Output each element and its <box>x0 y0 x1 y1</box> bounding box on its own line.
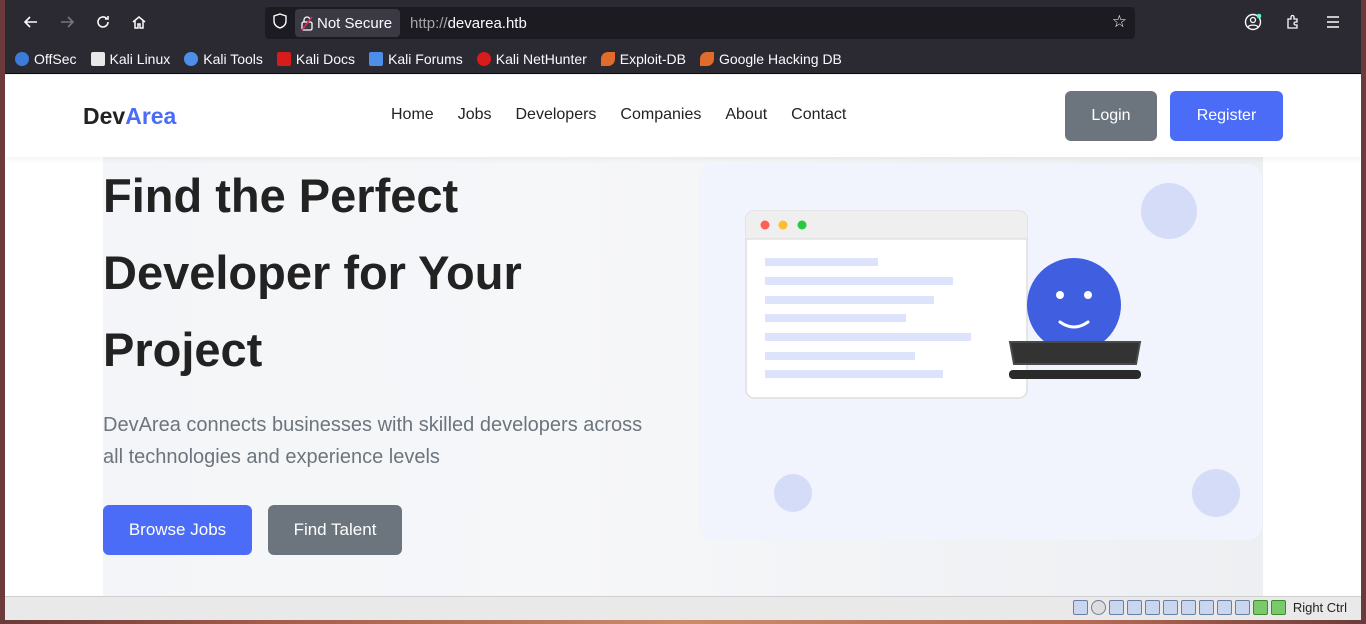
nav-developers[interactable]: Developers <box>515 106 596 124</box>
developer-illustration <box>745 183 1240 517</box>
browser-toolbar: Not Secure http://devarea.htb ☆ <box>5 0 1361 44</box>
bookmark-kali-linux[interactable]: Kali Linux <box>90 51 170 67</box>
reload-button[interactable] <box>85 4 121 40</box>
shared-folder-icon[interactable] <box>1162 600 1178 615</box>
puzzle-icon <box>1287 14 1298 29</box>
nav-companies[interactable]: Companies <box>620 106 701 124</box>
bookmark-star-icon[interactable]: ☆ <box>1112 12 1127 32</box>
developer-face <box>1027 258 1121 352</box>
kali-tools-icon <box>184 51 199 66</box>
nav-home[interactable]: Home <box>391 106 434 124</box>
bookmark-kali-forums[interactable]: Kali Forums <box>369 51 463 67</box>
hero-title: Find the Perfect Developer for Your Proj… <box>103 169 522 376</box>
recording-icon[interactable] <box>1198 600 1214 615</box>
back-arrow-icon <box>23 16 37 28</box>
kali-forums-icon <box>369 51 384 66</box>
home-button[interactable] <box>121 4 157 40</box>
hero-illustration <box>699 164 1262 540</box>
display-icon[interactable] <box>1180 600 1196 615</box>
page-viewport: DevArea Home Jobs Developers Companies A… <box>5 75 1361 596</box>
site-header: DevArea Home Jobs Developers Companies A… <box>5 75 1361 157</box>
bookmark-exploit-db[interactable]: Exploit-DB <box>600 51 686 67</box>
url-text[interactable]: http://devarea.htb <box>410 15 527 32</box>
reload-icon <box>97 16 109 28</box>
hdd-icon[interactable] <box>1072 600 1088 615</box>
optical-drive-icon[interactable] <box>1090 600 1106 615</box>
bookmarks-bar: OffSec Kali Linux Kali Tools Kali Docs K… <box>5 44 1361 74</box>
nav-contact[interactable]: Contact <box>791 106 846 124</box>
window-minimize-dot <box>778 220 788 230</box>
host-key-label: Right Ctrl <box>1292 600 1347 615</box>
home-icon <box>132 16 146 29</box>
laptop-base <box>1009 370 1141 379</box>
laptop-screen <box>1008 341 1142 365</box>
login-button[interactable]: Login <box>1065 91 1157 141</box>
browser-window: Not Secure http://devarea.htb ☆ OffSec K… <box>5 0 1361 620</box>
nav-jobs[interactable]: Jobs <box>458 106 492 124</box>
menu-button[interactable] <box>1315 4 1351 40</box>
exploit-db-icon <box>600 51 615 66</box>
mock-browser-titlebar <box>746 211 1027 239</box>
site-security-indicator[interactable]: Not Secure <box>295 9 401 37</box>
kali-docs-icon <box>276 51 291 66</box>
site-logo[interactable]: DevArea <box>83 103 176 130</box>
url-host: devarea.htb <box>447 14 527 32</box>
account-button[interactable] <box>1235 4 1271 40</box>
bookmark-kali-nethunter[interactable]: Kali NetHunter <box>476 51 587 67</box>
kali-dragon-icon <box>90 51 105 66</box>
decor-circle-bottom-left <box>774 474 812 512</box>
vt-icon[interactable] <box>1234 600 1250 615</box>
bookmark-kali-docs[interactable]: Kali Docs <box>276 51 355 67</box>
url-bar[interactable]: Not Secure http://devarea.htb ☆ <box>265 7 1135 39</box>
window-maximize-dot <box>797 220 807 230</box>
network-icon[interactable] <box>1126 600 1142 615</box>
nethunter-icon <box>476 51 491 66</box>
hamburger-menu-icon <box>1327 16 1339 28</box>
forward-button[interactable] <box>49 4 85 40</box>
window-close-dot <box>760 220 770 230</box>
vm-status-bar: Right Ctrl <box>5 596 1361 620</box>
vm-tray: Right Ctrl <box>1072 600 1347 615</box>
keyboard-capture-icon[interactable] <box>1270 600 1286 615</box>
offsec-icon <box>15 51 29 66</box>
extensions-button[interactable] <box>1275 4 1311 40</box>
bookmark-offsec[interactable]: OffSec <box>15 51 77 67</box>
decor-circle-bottom-right <box>1192 469 1240 517</box>
broken-lock-icon <box>301 15 313 31</box>
ghdb-icon <box>699 51 714 66</box>
cpu-icon[interactable] <box>1216 600 1232 615</box>
account-icon <box>1244 13 1262 31</box>
bookmark-kali-tools[interactable]: Kali Tools <box>184 51 263 67</box>
security-label: Not Secure <box>317 14 393 32</box>
hero-subtitle: DevArea connects businesses with skilled… <box>103 414 643 468</box>
nav-about[interactable]: About <box>725 106 767 124</box>
status-green-icon[interactable] <box>1252 600 1268 615</box>
browse-jobs-button[interactable]: Browse Jobs <box>103 505 252 555</box>
decor-circle-top-right <box>1141 183 1197 239</box>
forward-arrow-icon <box>61 16 75 28</box>
back-button[interactable] <box>13 4 49 40</box>
find-talent-button[interactable]: Find Talent <box>268 505 402 555</box>
usb-icon[interactable] <box>1144 600 1160 615</box>
audio-icon[interactable] <box>1108 600 1124 615</box>
toolbar-right-icons <box>1235 4 1351 40</box>
register-button[interactable]: Register <box>1170 91 1283 141</box>
tracking-shield-icon[interactable] <box>265 13 295 33</box>
bookmark-google-hacking-db[interactable]: Google Hacking DB <box>699 51 842 67</box>
url-scheme: http:// <box>410 14 448 32</box>
main-nav: Home Jobs Developers Companies About Con… <box>391 106 846 124</box>
